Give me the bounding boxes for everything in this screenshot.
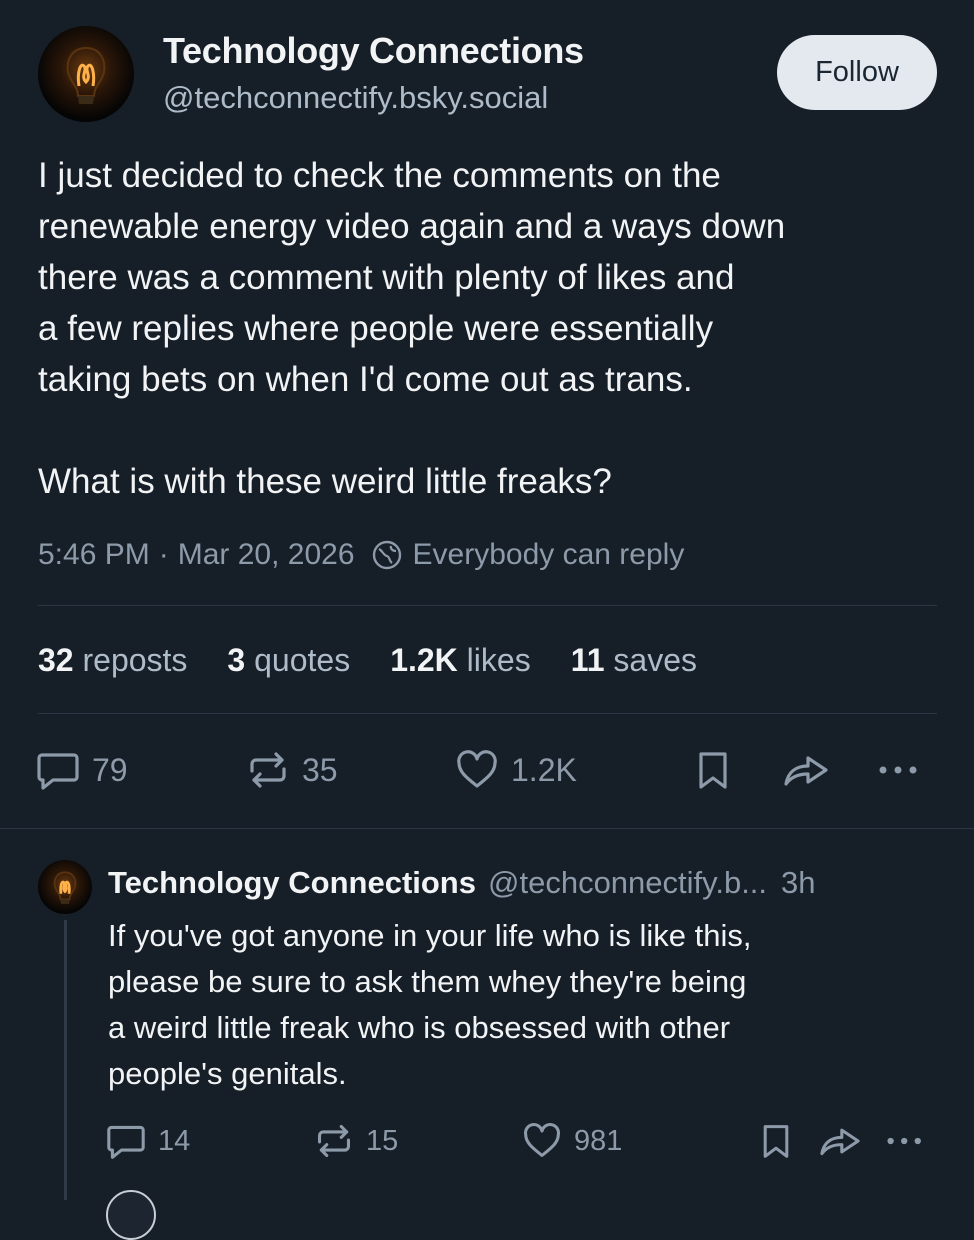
section-divider (0, 828, 974, 829)
post-action-bar: 79 35 1.2K (0, 745, 974, 795)
reply-more-options-button[interactable] (884, 1122, 928, 1160)
likes-stat[interactable]: 1.2K likes (390, 642, 531, 679)
post-text-line: I just decided to check the comments on … (38, 156, 721, 195)
bookmark-icon (763, 1125, 789, 1158)
reply-author-name[interactable]: Technology Connections (108, 865, 476, 901)
heart-icon (524, 1123, 560, 1158)
reply-text-line: please be sure to ask them whey they're … (108, 964, 747, 999)
repost-button[interactable]: 35 (246, 749, 338, 791)
reply-bookmark-button[interactable] (758, 1122, 794, 1160)
share-arrow-icon (820, 1128, 860, 1156)
reposts-label: reposts (82, 642, 188, 678)
post-text-line: there was a comment with plenty of likes… (38, 258, 735, 297)
lightbulb-filament-icon (53, 871, 77, 904)
meta-separator: · (158, 538, 169, 571)
author-avatar[interactable] (38, 26, 134, 122)
more-options-button[interactable] (876, 749, 924, 791)
saves-count: 11 (570, 642, 605, 678)
repost-count: 35 (302, 751, 338, 788)
likes-label: likes (466, 642, 531, 678)
post-text-line: renewable energy video again and a ways … (38, 207, 786, 246)
quotes-count: 3 (227, 642, 246, 678)
post-meta: 5:46 PM · Mar 20, 2026 Everybody can rep… (38, 538, 684, 572)
like-button[interactable]: 1.2K (455, 749, 577, 791)
bookmark-icon (699, 752, 727, 789)
reply-setting[interactable]: Everybody can reply (413, 538, 685, 572)
divider (38, 713, 937, 714)
reply-bubble-icon (37, 753, 79, 790)
reply-timestamp[interactable]: 3h (781, 865, 815, 901)
reply-repost-button[interactable]: 15 (314, 1122, 398, 1160)
reply-text-line: If you've got anyone in your life who is… (108, 918, 752, 953)
author-handle[interactable]: @techconnectify.bsky.social (163, 80, 548, 116)
reply-author-handle[interactable]: @techconnectify.b... (488, 865, 767, 901)
reply-author-avatar[interactable] (38, 860, 92, 914)
saves-stat[interactable]: 11 saves (571, 642, 697, 679)
reply-like-button[interactable]: 981 (522, 1122, 622, 1160)
reply-text-line: people's genitals. (108, 1056, 347, 1091)
share-button[interactable] (782, 749, 830, 791)
divider (38, 605, 937, 606)
likes-count: 1.2K (390, 642, 458, 678)
post-thread-view: Technology Connections @techconnectify.b… (0, 0, 974, 1240)
reposts-stat[interactable]: 32 reposts (38, 642, 187, 679)
globe-icon (372, 540, 401, 570)
saves-label: saves (613, 642, 697, 678)
quotes-stat[interactable]: 3 quotes (227, 642, 350, 679)
heart-icon (457, 750, 497, 788)
reply-button[interactable]: 79 (36, 749, 128, 791)
post-text-line: a few replies where people were essentia… (38, 309, 714, 348)
follow-button[interactable]: Follow (777, 35, 937, 110)
like-count: 1.2K (511, 751, 577, 788)
reply-text-line: a weird little freak who is obsessed wit… (108, 1010, 731, 1045)
ellipsis-icon (887, 1137, 921, 1145)
quotes-label: quotes (254, 642, 351, 678)
post-text: I just decided to check the comments on … (38, 150, 948, 507)
bookmark-button[interactable] (693, 749, 733, 791)
reply-header: Technology Connections @techconnectify.b… (108, 865, 938, 901)
repost-icon (317, 1124, 351, 1158)
next-reply-avatar[interactable] (106, 1190, 156, 1240)
share-arrow-icon (784, 756, 828, 786)
post-text-line: taking bets on when I'd come out as tran… (38, 360, 693, 399)
repost-icon (250, 752, 286, 788)
post-date: Mar 20, 2026 (177, 538, 355, 571)
ellipsis-icon (879, 766, 917, 774)
reply-reply-count: 14 (158, 1124, 191, 1157)
lightbulb-filament-icon (66, 46, 106, 104)
post-time: 5:46 PM (38, 538, 150, 571)
reply-text: If you've got anyone in your life who is… (108, 913, 948, 1097)
reply-reply-button[interactable]: 14 (106, 1122, 190, 1160)
reposts-count: 32 (38, 642, 74, 678)
reply-action-bar: 14 15 981 (0, 1116, 974, 1166)
reply-bubble-icon (107, 1125, 145, 1159)
post-text-line: What is with these weird little freaks? (38, 462, 612, 501)
author-name[interactable]: Technology Connections (163, 30, 584, 72)
post-stats: 32 reposts 3 quotes 1.2K likes 11 saves (38, 642, 737, 679)
reply-count: 79 (92, 751, 128, 788)
reply-repost-count: 15 (366, 1124, 399, 1157)
reply-like-count: 981 (574, 1124, 623, 1157)
reply-share-button[interactable] (818, 1122, 862, 1160)
